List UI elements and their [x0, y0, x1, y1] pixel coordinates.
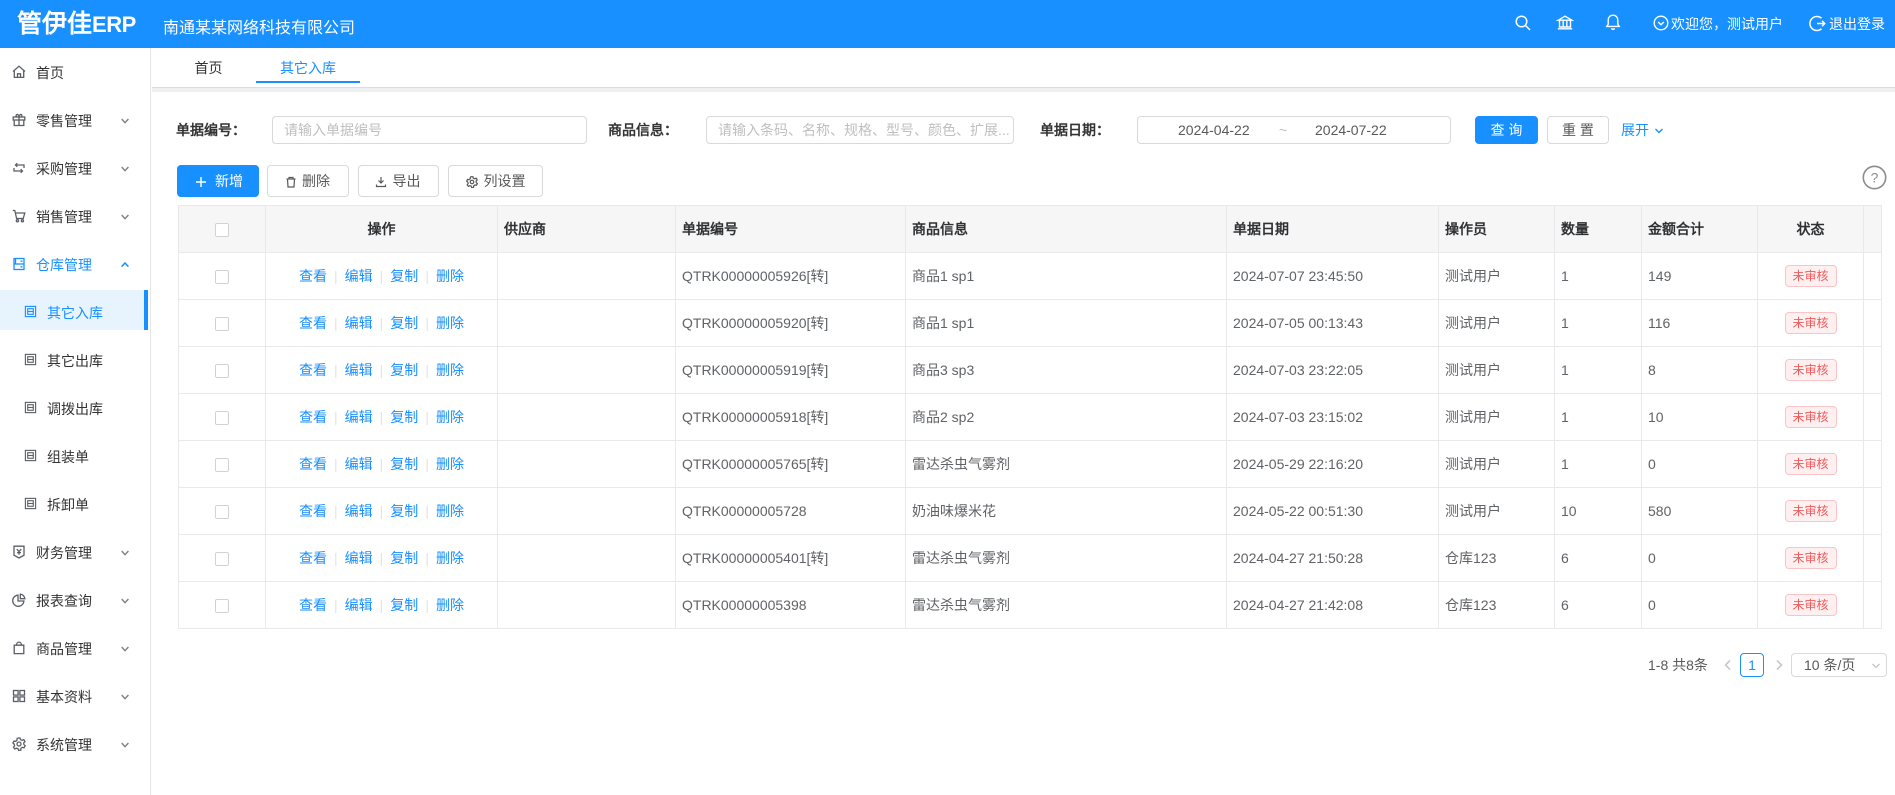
svg-text:?: ? [1871, 170, 1879, 186]
